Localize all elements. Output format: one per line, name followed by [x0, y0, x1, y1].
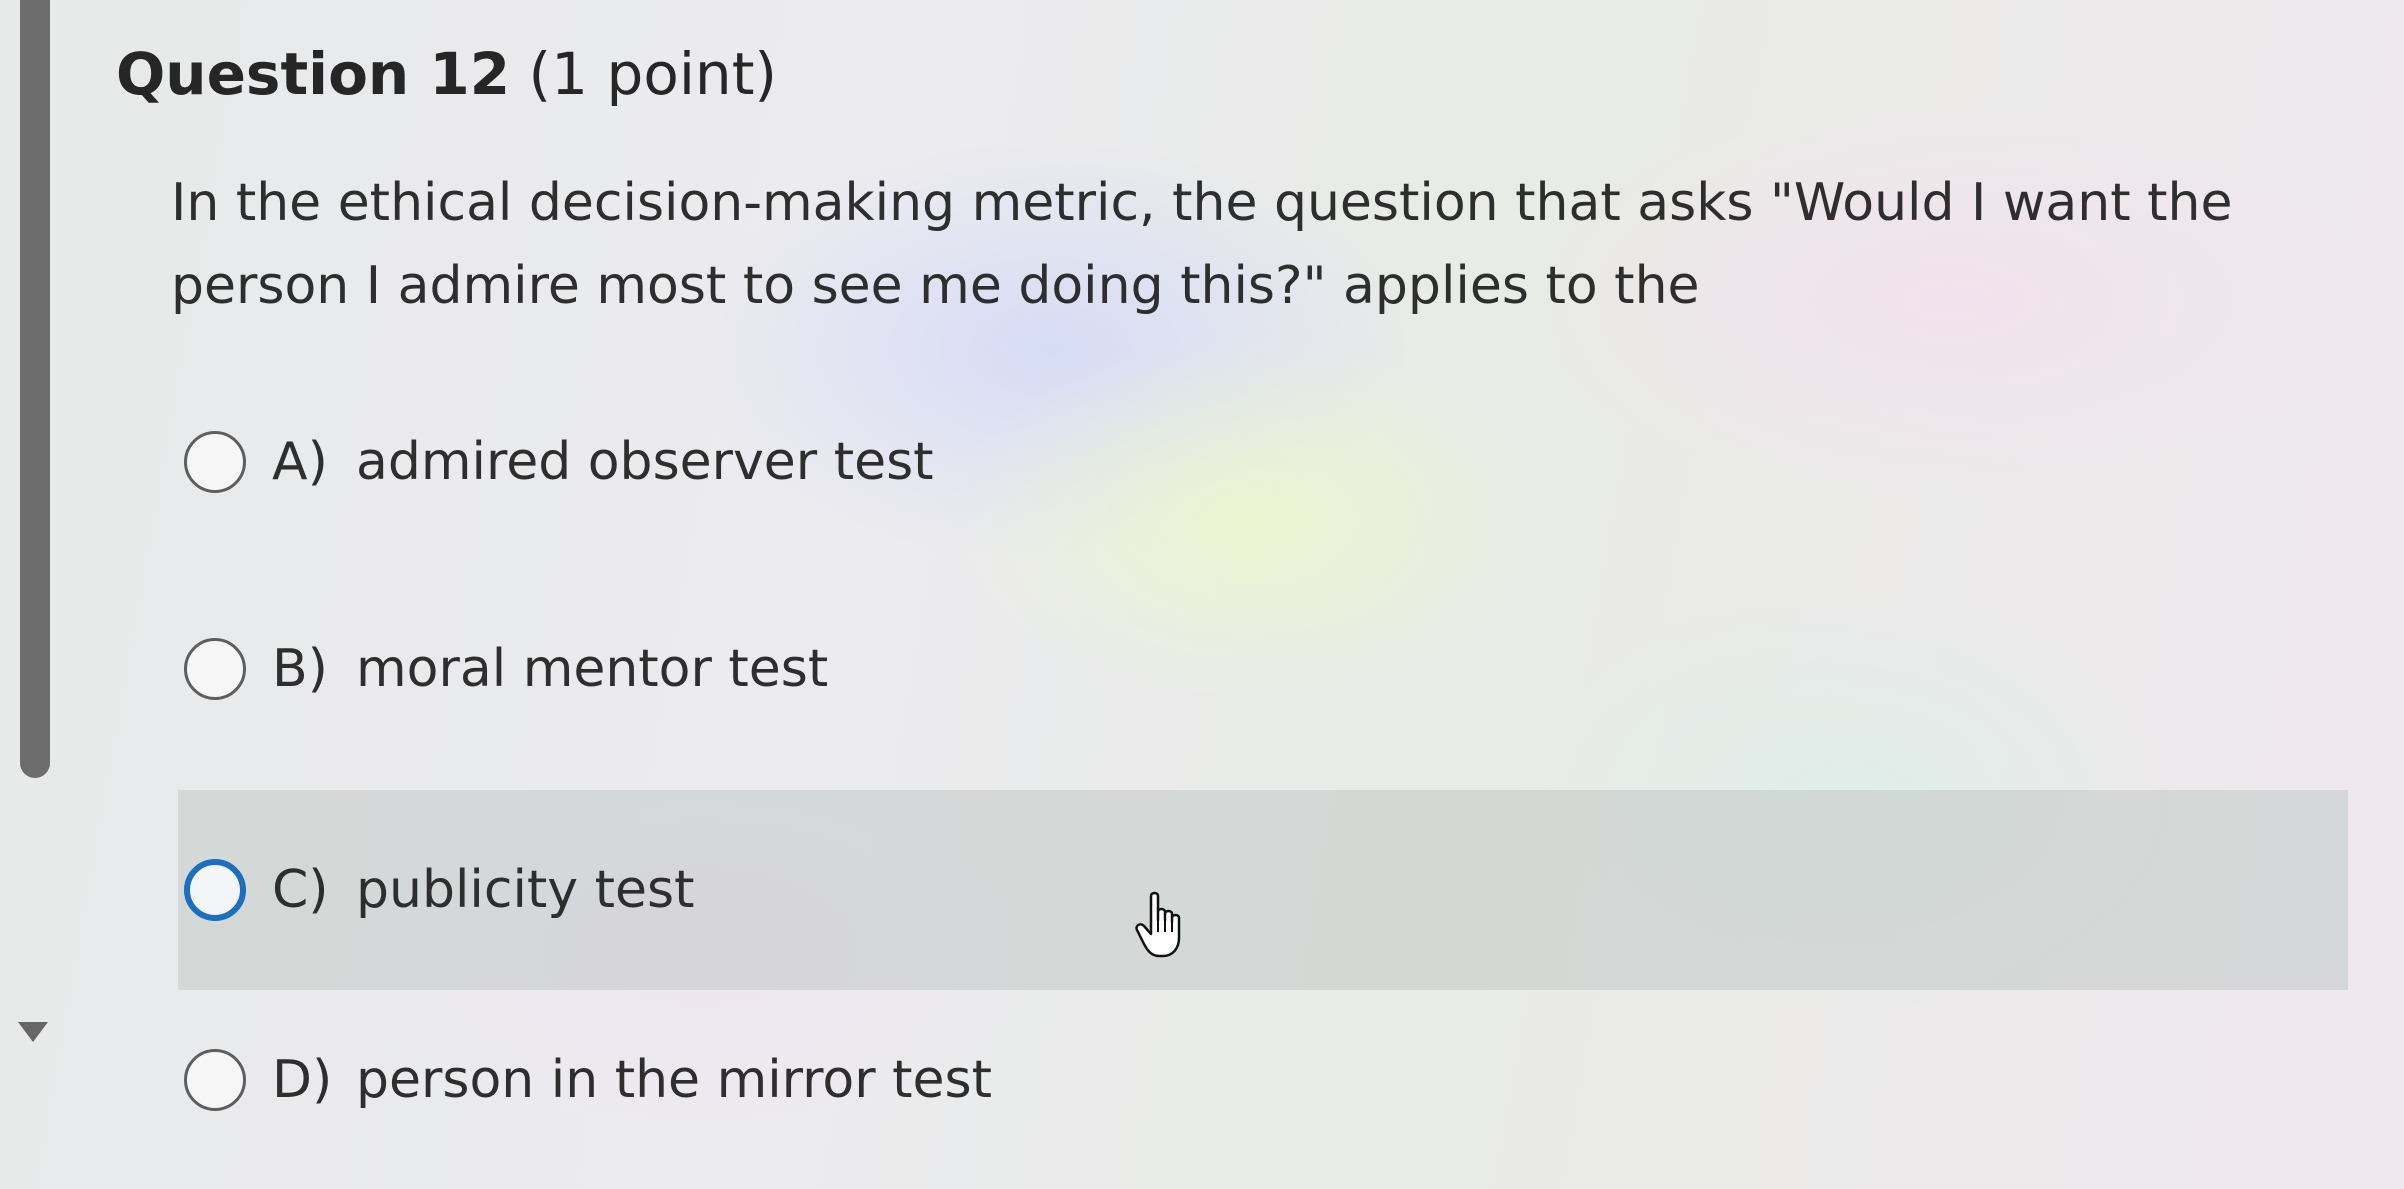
hand-pointer-icon — [1135, 891, 1181, 958]
radio-button-d[interactable] — [184, 1049, 246, 1111]
option-a[interactable]: A) admired observer test — [178, 362, 2348, 562]
option-letter: C) — [272, 860, 329, 920]
option-text: person in the mirror test — [356, 1050, 992, 1110]
option-text: admired observer test — [356, 432, 934, 492]
option-d[interactable]: D) person in the mirror test — [178, 980, 2348, 1180]
radio-button-a[interactable] — [184, 431, 246, 493]
option-letter: B) — [272, 639, 328, 699]
answer-options: A) admired observer test B) moral mentor… — [0, 0, 2404, 1189]
option-c[interactable]: C) publicity test — [178, 790, 2348, 990]
radio-button-c[interactable] — [184, 859, 246, 921]
option-text: moral mentor test — [356, 639, 829, 699]
option-text: publicity test — [356, 860, 695, 920]
radio-button-b[interactable] — [184, 638, 246, 700]
option-letter: D) — [272, 1050, 333, 1110]
option-b[interactable]: B) moral mentor test — [178, 569, 2348, 769]
option-letter: A) — [272, 432, 328, 492]
